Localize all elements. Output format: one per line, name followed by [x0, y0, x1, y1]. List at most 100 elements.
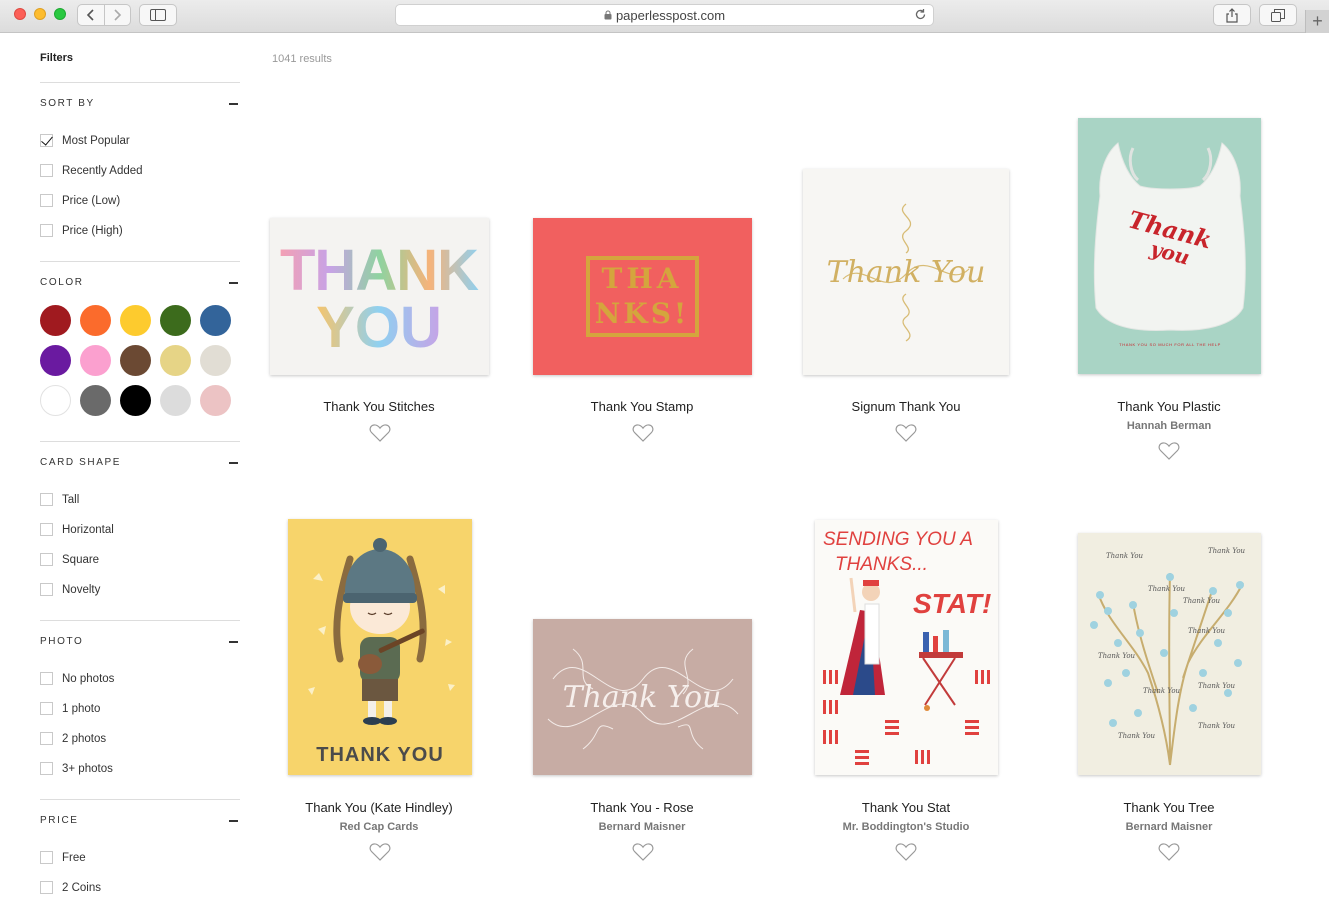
checkbox[interactable] [40, 702, 53, 715]
checkbox[interactable] [40, 553, 53, 566]
collapse-icon[interactable] [229, 103, 238, 105]
heart-icon[interactable] [369, 842, 391, 862]
card-image-thank-you-kate-hindley[interactable]: THANK YOU [288, 519, 472, 775]
color-swatch[interactable] [80, 385, 111, 416]
shape-option-square[interactable]: Square [40, 553, 99, 566]
photo-option-one[interactable]: 1 photo [40, 702, 100, 715]
shape-option-horizontal[interactable]: Horizontal [40, 523, 114, 536]
color-swatch[interactable] [80, 345, 111, 376]
color-swatch[interactable] [160, 305, 191, 336]
card-title[interactable]: Signum Thank You [776, 399, 1036, 414]
color-swatch[interactable] [120, 345, 151, 376]
color-swatch[interactable] [40, 345, 71, 376]
color-swatch[interactable] [200, 345, 231, 376]
color-swatch[interactable] [80, 305, 111, 336]
section-heading: COLOR [40, 277, 84, 288]
card-image-thank-you-stitches[interactable]: THANK YOU [270, 218, 489, 375]
card-title[interactable]: Thank You Tree [1039, 800, 1299, 815]
heart-icon[interactable] [632, 842, 654, 862]
card-maker[interactable]: Hannah Berman [1039, 420, 1299, 432]
option-label: Recently Added [62, 164, 143, 177]
card-image-thank-you-rose[interactable]: Thank You [533, 619, 752, 775]
zoom-window-button[interactable] [54, 8, 66, 20]
checkbox[interactable] [40, 762, 53, 775]
card-maker[interactable]: Bernard Maisner [1039, 821, 1299, 833]
shape-option-novelty[interactable]: Novelty [40, 583, 100, 596]
card-image-thank-you-stamp[interactable]: THA NKS! [533, 218, 752, 375]
checkbox[interactable] [40, 523, 53, 536]
back-button[interactable] [78, 5, 104, 25]
checkbox[interactable] [40, 194, 53, 207]
card-title[interactable]: Thank You Stitches [249, 399, 509, 414]
card-title[interactable]: Thank You Stat [776, 800, 1036, 815]
heart-icon[interactable] [1158, 441, 1180, 461]
checkbox[interactable] [40, 851, 53, 864]
card-title[interactable]: Thank You (Kate Hindley) [249, 800, 509, 815]
price-header[interactable]: PRICE [40, 815, 240, 826]
checkbox[interactable] [40, 134, 53, 147]
minimize-window-button[interactable] [34, 8, 46, 20]
photo-option-none[interactable]: No photos [40, 672, 114, 685]
heart-icon[interactable] [895, 423, 917, 443]
address-bar[interactable]: paperlesspost.com [395, 4, 934, 26]
heart-icon[interactable] [632, 423, 654, 443]
close-window-button[interactable] [14, 8, 26, 20]
sort-option-price-low[interactable]: Price (Low) [40, 194, 120, 207]
card-shape-header[interactable]: CARD SHAPE [40, 457, 240, 468]
rose-text: Thank You [563, 680, 722, 715]
share-button[interactable] [1213, 4, 1251, 26]
card-title[interactable]: Thank You Plastic [1039, 399, 1299, 414]
color-swatch[interactable] [200, 305, 231, 336]
color-swatch[interactable] [200, 385, 231, 416]
sort-option-most-popular[interactable]: Most Popular [40, 134, 130, 147]
card-maker[interactable]: Red Cap Cards [249, 821, 509, 833]
color-swatch[interactable] [160, 345, 191, 376]
checkbox[interactable] [40, 583, 53, 596]
heart-icon[interactable] [369, 423, 391, 443]
collapse-icon[interactable] [229, 641, 238, 643]
divider [40, 82, 240, 83]
reload-icon[interactable] [914, 8, 927, 24]
color-swatch[interactable] [120, 305, 151, 336]
card-image-thank-you-plastic[interactable]: Thank you THANK YOU SO MUCH FOR ALL THE … [1078, 118, 1261, 374]
card-image-signum-thank-you[interactable]: Thank You [803, 169, 1009, 375]
card-maker[interactable]: Mr. Boddington's Studio [776, 821, 1036, 833]
checkbox[interactable] [40, 164, 53, 177]
sidebar-toggle-button[interactable] [139, 4, 177, 26]
checkbox[interactable] [40, 672, 53, 685]
color-swatch[interactable] [40, 385, 71, 416]
card-title[interactable]: Thank You Stamp [512, 399, 772, 414]
collapse-icon[interactable] [229, 820, 238, 822]
collapse-icon[interactable] [229, 282, 238, 284]
stamp-line1: THA [601, 262, 682, 295]
card-maker[interactable]: Bernard Maisner [512, 821, 772, 833]
show-tabs-button[interactable] [1259, 4, 1297, 26]
new-tab-button[interactable]: + [1305, 10, 1329, 33]
photo-option-three-plus[interactable]: 3+ photos [40, 762, 113, 775]
checkbox[interactable] [40, 224, 53, 237]
checkbox[interactable] [40, 881, 53, 894]
card-title[interactable]: Thank You - Rose [512, 800, 772, 815]
color-swatch[interactable] [40, 305, 71, 336]
heart-icon[interactable] [895, 842, 917, 862]
photo-header[interactable]: PHOTO [40, 636, 240, 647]
card-image-thank-you-stat[interactable]: SENDING YOU A THANKS... STAT! [815, 520, 998, 775]
sort-option-recently-added[interactable]: Recently Added [40, 164, 143, 177]
color-swatch[interactable] [120, 385, 151, 416]
card-image-thank-you-tree[interactable]: Thank You Thank You Thank You Thank You … [1078, 533, 1261, 775]
price-option-2-coins[interactable]: 2 Coins [40, 881, 101, 894]
checkbox[interactable] [40, 732, 53, 745]
color-swatch[interactable] [160, 385, 191, 416]
shape-option-tall[interactable]: Tall [40, 493, 79, 506]
color-header[interactable]: COLOR [40, 277, 240, 288]
heart-icon[interactable] [1158, 842, 1180, 862]
checkbox[interactable] [40, 493, 53, 506]
forward-button[interactable] [103, 5, 131, 25]
collapse-icon[interactable] [229, 462, 238, 464]
option-label: 2 Coins [62, 881, 101, 894]
option-label: Price (Low) [62, 194, 121, 207]
price-option-free[interactable]: Free [40, 851, 86, 864]
photo-option-two[interactable]: 2 photos [40, 732, 106, 745]
sort-by-header[interactable]: SORT BY [40, 98, 240, 109]
sort-option-price-high[interactable]: Price (High) [40, 224, 123, 237]
